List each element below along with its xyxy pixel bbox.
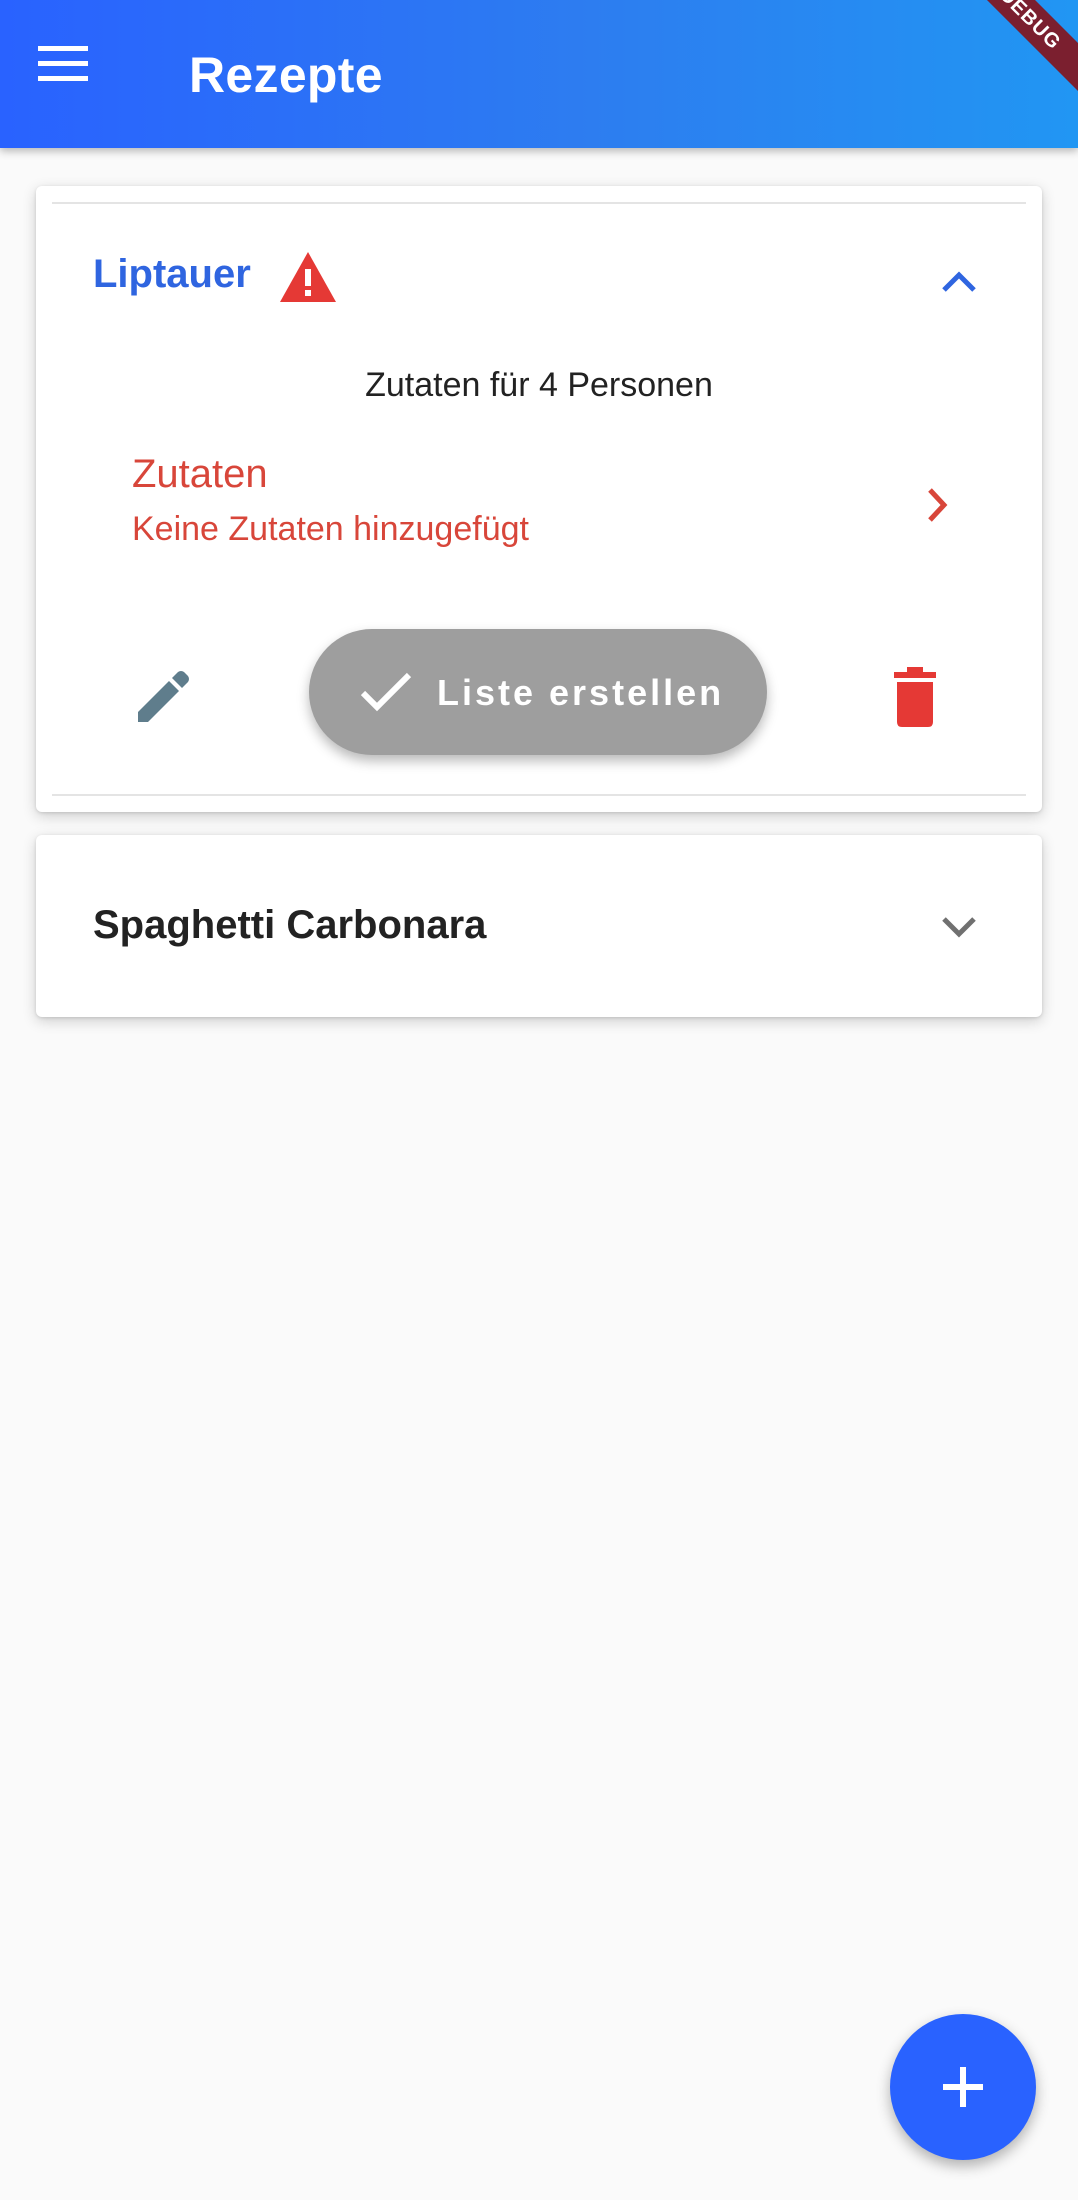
trash-icon [894,667,936,727]
page-title: Rezepte [189,47,383,103]
ingredients-title: Zutaten [132,452,268,496]
warning-icon [280,252,336,302]
chevron-up-icon[interactable] [936,260,982,306]
app-bar: Rezepte DEBUG [0,0,1078,148]
card-divider-bottom [52,794,1026,796]
debug-banner: DEBUG [940,0,1078,109]
create-list-button[interactable]: Liste erstellen [309,629,767,755]
recipe-card-liptauer: Liptauer Zutaten für 4 Personen Zutaten … [36,186,1042,812]
menu-icon [38,46,88,81]
pencil-icon [138,671,189,722]
plus-icon [943,2067,983,2107]
chevron-right-icon [928,488,948,522]
delete-button[interactable] [880,662,950,732]
recipe-title[interactable]: Spaghetti Carbonara [93,903,486,948]
ingredients-tile[interactable]: Zutaten Keine Zutaten hinzugefügt [94,452,984,572]
ingredients-subtitle: Keine Zutaten hinzugefügt [132,510,529,548]
card-divider-top [52,202,1026,204]
menu-button[interactable] [38,44,110,108]
check-icon [360,672,412,712]
edit-button[interactable] [128,662,198,732]
recipe-card-spaghetti-carbonara[interactable]: Spaghetti Carbonara [36,835,1042,1017]
chevron-down-icon[interactable] [936,903,982,949]
servings-text: Zutaten für 4 Personen [365,366,713,404]
create-list-label: Liste erstellen [437,672,725,713]
recipe-title[interactable]: Liptauer [93,252,251,297]
add-recipe-button[interactable] [890,2014,1036,2160]
